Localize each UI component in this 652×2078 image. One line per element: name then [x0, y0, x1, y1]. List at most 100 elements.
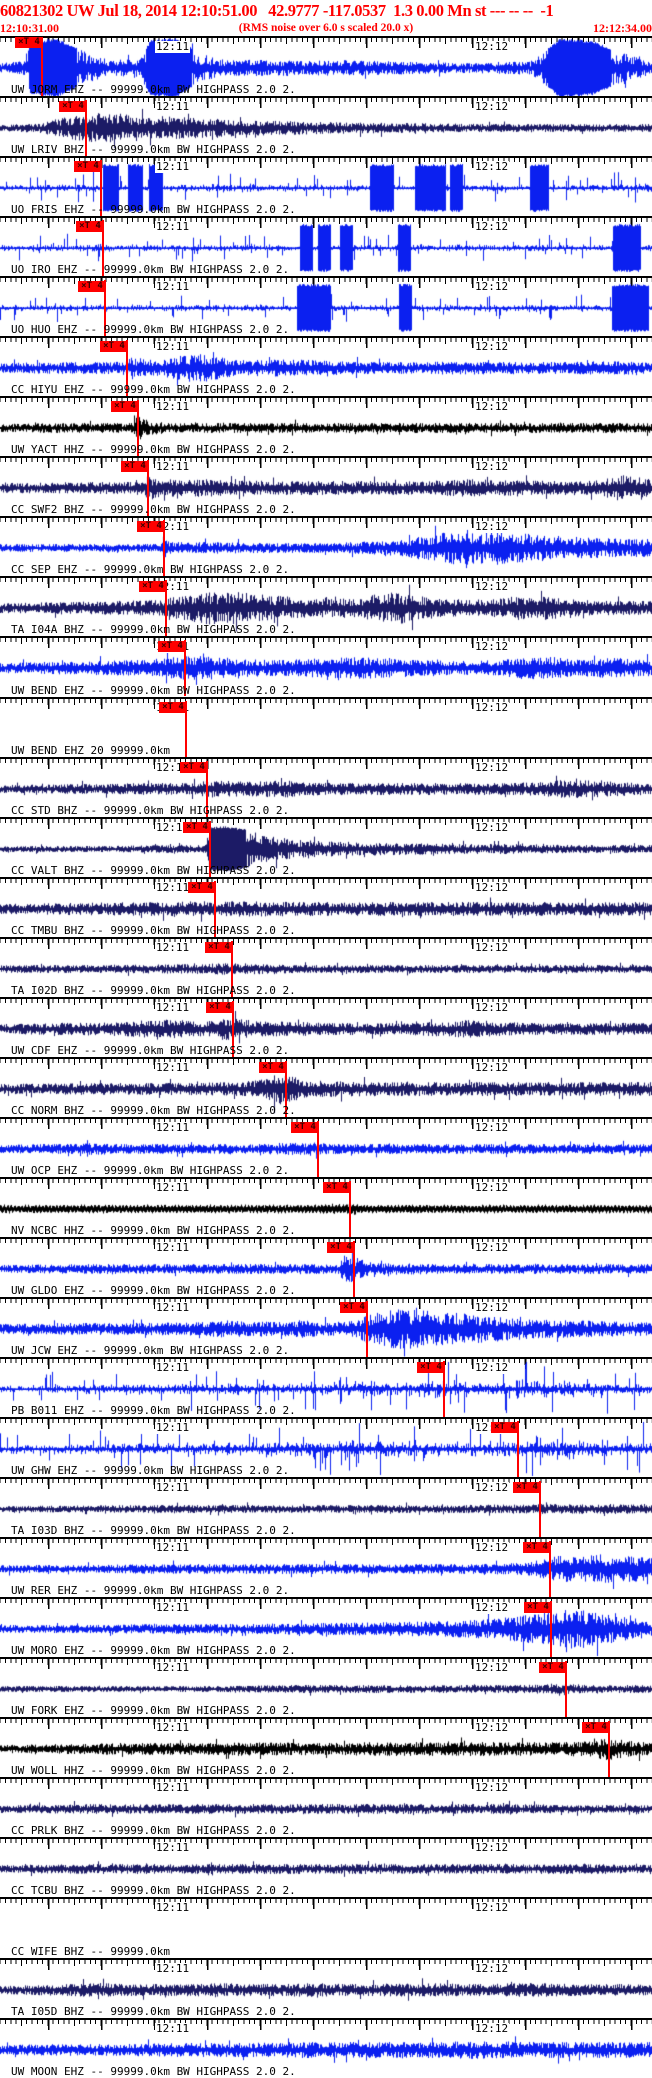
trace-row: 12:11 12:12 ×T 4 CC SWF2 BHZ -- 99999.0km B… [0, 456, 652, 519]
trace-row: 12:11 12:12 ×T 4 UW JCW EHZ -- 99999.0km BW… [0, 1296, 652, 1359]
trace-row: 12:11 12:12 ×T 4 NV NCBC HHZ -- 99999.0km B… [0, 1176, 652, 1239]
minute-tick-label: 12:11 [155, 220, 191, 234]
minute-tick-label: 12:12 [474, 160, 510, 174]
station-label: UW FORK EHZ -- 99999.0km BW HIGHPASS 2.0… [11, 1704, 296, 1718]
pick-flag[interactable]: ×T 4 [15, 37, 43, 48]
minute-tick-label: 12:12 [474, 700, 510, 714]
pick-flag[interactable]: ×T 4 [100, 341, 128, 353]
pick-flag[interactable]: ×T 4 [582, 1722, 610, 1734]
station-label: UW BEND EHZ 20 99999.0km [11, 743, 170, 757]
minute-tick-label: 12:11 [155, 40, 191, 53]
trace-row: 12:11 12:12 ×T 4 UW WOLL HHZ -- 99999.0km B… [0, 1717, 652, 1780]
trace-row: 12:11 12:12 ×T 4 UW CDF EHZ -- 99999.0km BW… [0, 996, 652, 1059]
minute-tick-label: 12:12 [474, 100, 510, 114]
minute-tick-label: 12:12 [474, 1481, 510, 1495]
trace-row: 12:1112:12×T 4UW BEND EHZ 20 99999.0km [0, 696, 652, 757]
trace-row: 12:11 12:12 CC PRLK BHZ -- 99999.0km BW HI… [0, 1777, 652, 1840]
station-label: UW MORO EHZ -- 99999.0km BW HIGHPASS 2.0… [11, 1644, 296, 1658]
station-label: UW WOLL HHZ -- 99999.0km BW HIGHPASS 2.0… [11, 1764, 296, 1778]
station-label: UW CDF EHZ -- 99999.0km BW HIGHPASS 2.0 … [11, 1043, 290, 1057]
minute-tick-label: 12:12 [474, 1000, 510, 1014]
minute-tick-label: 12:12 [474, 1361, 510, 1375]
trace-row: 12:1112:12×T 4UW BEND EHZ -- 99999.0km B… [0, 636, 652, 699]
trace-row: 12:11 12:12 ×T 4 UW GLDO EHZ -- 99999.0km B… [0, 1236, 652, 1299]
trace-row: 12:11 12:12 ×T 4 PB B011 EHZ -- 99999.0km B… [0, 1357, 652, 1420]
pick-flag[interactable]: ×T 4 [59, 101, 87, 113]
station-label: UW RER EHZ -- 99999.0km BW HIGHPASS 2.0 … [11, 1584, 290, 1598]
trace-row: 12:11 12:12 ×T 4 UW MORO EHZ -- 99999.0km B… [0, 1597, 652, 1660]
time-axis-ticks [0, 698, 652, 709]
minute-tick-label: 12:12 [474, 520, 510, 534]
pick-flag[interactable]: ×T 4 [158, 641, 186, 653]
minute-tick-label: 12:12 [474, 460, 510, 474]
pick-flag[interactable]: ×T 4 [327, 1241, 355, 1253]
pick-flag[interactable]: ×T 4 [183, 821, 211, 833]
pick-flag[interactable]: ×T 4 [188, 881, 216, 893]
minute-tick-label: 12:12 [474, 400, 510, 414]
pick-flag[interactable]: ×T 4 [491, 1422, 519, 1434]
pick-flag[interactable]: ×T 4 [137, 521, 165, 533]
trace-row: 12:11 12:12 TA I05D BHZ -- 99999.0km BW HI… [0, 1957, 652, 2020]
pick-flag[interactable]: ×T 4 [111, 401, 139, 413]
trace-row: 12:11 12:12 ×T 4 UW JORM EHZ -- 99999.0km B… [0, 36, 652, 98]
minute-tick-label: 12:11 [155, 1060, 191, 1074]
pick-flag[interactable]: ×T 4 [74, 161, 102, 173]
minute-tick-label: 12:12 [474, 820, 510, 834]
minute-tick-label: 12:12 [474, 1300, 510, 1314]
station-label: UW MOON EHZ -- 99999.0km BW HIGHPASS 2.0… [11, 2064, 296, 2078]
station-label: UO HUO EHZ -- 99999.0km BW HIGHPASS 2.0 … [11, 323, 290, 337]
station-label: UW BEND EHZ -- 99999.0km BW HIGHPASS 2.0… [11, 683, 296, 697]
pick-flag[interactable]: ×T 4 [78, 281, 106, 293]
minute-tick-label: 12:11 [155, 1601, 191, 1615]
trace-row: 12:11 12:12 ×T 4 TA I03D BHZ -- 99999.0km B… [0, 1477, 652, 1540]
station-label: CC PRLK BHZ -- 99999.0km BW HIGHPASS 2.0… [11, 1824, 296, 1838]
trace-row: 12:1112:12×T 4UW GHW EHZ -- 99999.0km BW… [0, 1417, 652, 1480]
pick-flag[interactable]: ×T 4 [159, 701, 187, 713]
trace-row: 12:11 12:12 CC TCBU BHZ -- 99999.0km BW HI… [0, 1837, 652, 1900]
minute-tick-label: 12:11 [155, 1661, 191, 1675]
minute-tick-label: 12:11 [155, 400, 191, 414]
minute-tick-label: 12:11 [155, 1481, 191, 1495]
minute-tick-label: 12:11 [155, 2021, 191, 2035]
pick-flag[interactable]: ×T 4 [513, 1482, 541, 1494]
trace-row: 12:11 12:12 ×T 4 CC TMBU BHZ -- 99999.0km B… [0, 876, 652, 939]
minute-tick-label: 12:12 [474, 640, 510, 654]
minute-tick-label: 12:11 [155, 1000, 191, 1014]
minute-tick-label: 12:11 [155, 1361, 191, 1375]
trace-row: 12:11 12:12 ×T 4 CC SEP EHZ -- 99999.0km BW… [0, 516, 652, 579]
pick-flag[interactable]: ×T 4 [180, 761, 208, 773]
pick-flag[interactable]: ×T 4 [206, 1001, 234, 1013]
station-label: CC VALT BHZ -- 99999.0km BW HIGHPASS 2.0… [11, 863, 296, 877]
window-end-time: 12:12:34.00 [592, 21, 652, 35]
pick-flag[interactable]: ×T 4 [76, 221, 104, 233]
pick-flag[interactable]: ×T 4 [121, 461, 149, 473]
pick-flag[interactable]: ×T 4 [524, 1602, 552, 1614]
pick-flag[interactable]: ×T 4 [139, 581, 167, 593]
pick-flag[interactable]: ×T 4 [523, 1542, 551, 1554]
pick-flag[interactable]: ×T 4 [417, 1362, 445, 1374]
trace-row: 12:11 12:12 ×T 4 CC STD BHZ -- 99999.0km BW… [0, 756, 652, 819]
station-label: UW YACT HHZ -- 99999.0km BW HIGHPASS 2.0… [11, 443, 296, 457]
minute-tick-label: 12:11 [155, 160, 191, 174]
minute-tick-label: 12:11 [155, 1721, 191, 1735]
trace-row: 12:11 12:12 ×T 4 TA I04A BHZ -- 99999.0km B… [0, 576, 652, 639]
minute-tick-label: 12:11 [155, 1180, 191, 1194]
pick-flag[interactable]: ×T 4 [323, 1181, 351, 1193]
pick-flag[interactable]: ×T 4 [539, 1662, 567, 1674]
minute-tick-label: 12:11 [155, 1300, 191, 1314]
trace-row: 12:11 12:12 ×T 4 UO HUO EHZ -- 99999.0km BW… [0, 276, 652, 339]
station-label: TA I02D BHZ -- 99999.0km BW HIGHPASS 2.0… [11, 983, 296, 997]
pick-flag[interactable]: ×T 4 [205, 941, 233, 953]
pick-flag[interactable]: ×T 4 [291, 1121, 319, 1133]
pick-flag[interactable]: ×T 4 [259, 1061, 287, 1073]
minute-tick-label: 12:12 [474, 1180, 510, 1194]
minute-tick-label: 12:11 [155, 1240, 191, 1254]
station-label: UW GHW EHZ -- 99999.0km BW HIGHPASS 2.0 … [11, 1464, 290, 1478]
station-label: UO IRO EHZ -- 99999.0km BW HIGHPASS 2.0 … [11, 263, 290, 277]
minute-tick-label: 12:12 [474, 1901, 510, 1915]
station-label: UW GLDO EHZ -- 99999.0km BW HIGHPASS 2.0… [11, 1283, 296, 1297]
pick-flag[interactable]: ×T 4 [340, 1301, 368, 1313]
minute-tick-label: 12:12 [474, 1240, 510, 1254]
event-header: 60821302 UW Jul 18, 2014 12:10:51.00 42.… [0, 0, 652, 36]
minute-tick-label: 12:11 [155, 1841, 191, 1855]
